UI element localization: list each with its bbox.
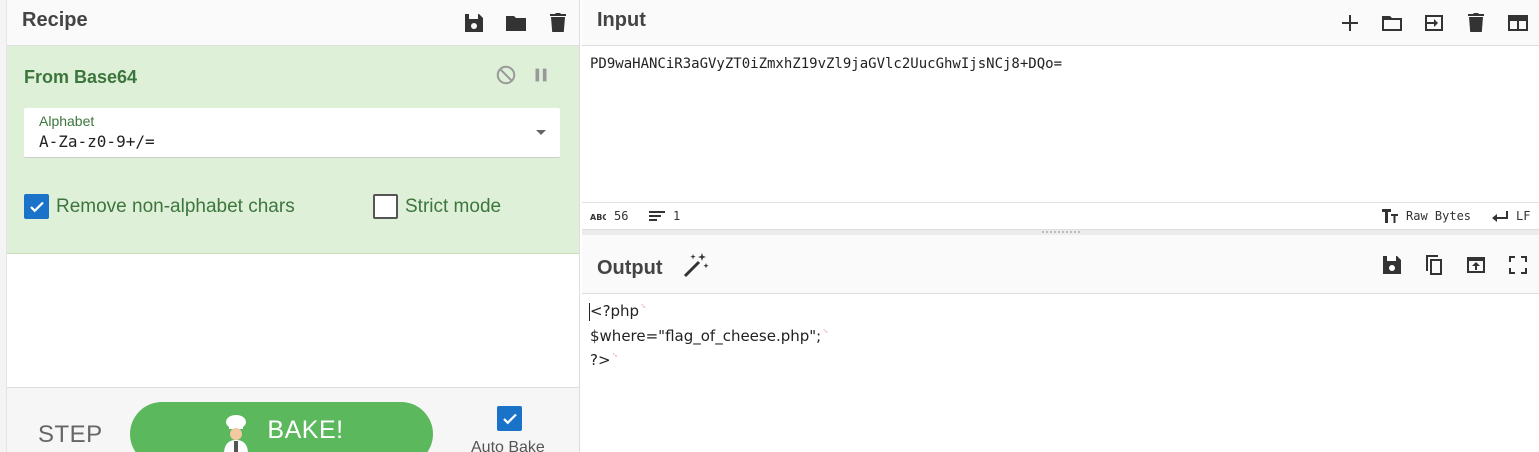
encoding-selector[interactable]: Raw Bytes <box>1382 209 1471 223</box>
operation-title: From Base64 <box>24 67 138 87</box>
recipe-pane: Recipe From Base64 Alphabet A-Za-z0-9+/= <box>0 0 580 452</box>
checkmark-icon <box>502 413 517 424</box>
recipe-header: Recipe <box>7 0 579 46</box>
load-recipe-button[interactable] <box>495 0 537 46</box>
maximise-icon <box>1509 255 1527 274</box>
maximise-output-button[interactable] <box>1497 242 1539 288</box>
eol-label: LF <box>1516 209 1531 223</box>
disable-operation-button[interactable] <box>494 63 518 87</box>
recipe-controls: STEP BAKE! Auto Bake <box>7 387 579 452</box>
remove-non-alphabet-label: Remove non-alphabet chars <box>56 195 295 217</box>
input-status-bar: ABC 56 1 Raw Bytes LF <box>582 202 1539 229</box>
input-textarea[interactable]: PD9waHANCiR3aGVyZT0iZmxhZ19vZl9jaGVlc2Uu… <box>590 56 1062 72</box>
auto-bake-label: Auto Bake <box>471 439 545 452</box>
reset-layout-button[interactable] <box>1497 0 1539 46</box>
recipe-title: Recipe <box>22 9 88 31</box>
step-button[interactable]: STEP <box>38 421 103 449</box>
crlf-marker: ␍ <box>822 327 829 336</box>
alphabet-label: Alphabet <box>39 113 95 129</box>
abc-icon: ABC <box>590 213 606 222</box>
alphabet-value: A-Za-z0-9+/= <box>39 132 155 151</box>
checkmark-icon <box>29 201 44 212</box>
replace-input-icon <box>1467 256 1485 273</box>
replace-input-button[interactable] <box>1455 242 1497 288</box>
trash-icon <box>550 13 566 32</box>
operations-pane-edge[interactable] <box>0 0 7 452</box>
grip-icon <box>1042 231 1080 233</box>
plus-icon <box>1342 15 1358 31</box>
pause-operation-button[interactable] <box>529 63 553 87</box>
bake-label: BAKE! <box>267 416 344 444</box>
input-title: Input <box>597 9 646 31</box>
strict-mode-checkbox[interactable] <box>373 194 398 219</box>
alphabet-select[interactable]: Alphabet A-Za-z0-9+/= <box>24 108 560 158</box>
open-file-button[interactable] <box>1371 0 1413 46</box>
add-tab-button[interactable] <box>1329 0 1371 46</box>
save-recipe-button[interactable] <box>453 0 495 46</box>
text-format-icon <box>1382 209 1398 223</box>
trash-icon <box>1468 13 1484 32</box>
folder-icon <box>1382 16 1402 31</box>
lines-icon <box>649 211 665 221</box>
line-count: 1 <box>673 209 681 223</box>
output-header: Output <box>582 235 1539 294</box>
eol-selector[interactable]: LF <box>1492 209 1530 223</box>
save-icon <box>465 14 483 32</box>
output-line: $where="flag_of_cheese.php";␍ <box>590 327 829 345</box>
folder-icon <box>506 16 526 31</box>
strict-mode-option[interactable]: Strict mode <box>373 194 501 219</box>
layout-icon <box>1508 15 1528 31</box>
strict-mode-label: Strict mode <box>405 195 502 217</box>
input-header: Input <box>582 0 1539 46</box>
copy-output-button[interactable] <box>1413 242 1455 288</box>
output-line: ?>␍ <box>590 351 618 369</box>
save-output-button[interactable] <box>1371 242 1413 288</box>
svg-text:ABC: ABC <box>590 213 606 222</box>
clear-recipe-button[interactable] <box>537 0 579 46</box>
return-arrow-icon <box>1492 211 1508 222</box>
magic-wand-icon[interactable] <box>682 251 710 279</box>
remove-non-alphabet-checkbox[interactable] <box>24 194 49 219</box>
output-line: <?php␍ <box>590 302 647 320</box>
output-title: Output <box>597 257 663 279</box>
chef-icon <box>224 415 249 452</box>
disable-icon <box>496 65 516 85</box>
char-count: 56 <box>614 209 629 223</box>
chevron-down-icon <box>536 130 546 135</box>
input-pane: Input PD9waHANCiR3aGVyZT0iZmxhZ19vZl9jaG… <box>582 0 1539 230</box>
crlf-marker: ␍ <box>611 351 618 360</box>
sign-in-icon <box>1425 15 1443 31</box>
line-count-stat: 1 <box>649 209 680 223</box>
operation-from-base64[interactable]: From Base64 Alphabet A-Za-z0-9+/= Remove… <box>7 46 579 254</box>
copy-icon <box>1426 254 1442 275</box>
encoding-label: Raw Bytes <box>1406 209 1472 223</box>
auto-bake-checkbox[interactable] <box>497 406 522 431</box>
output-pane: Output <?php␍ $where="flag_of_cheese.php… <box>582 235 1539 452</box>
remove-non-alphabet-option[interactable]: Remove non-alphabet chars <box>24 194 295 219</box>
char-count-stat: ABC 56 <box>590 209 628 223</box>
save-icon <box>1383 255 1401 274</box>
pause-icon <box>535 68 547 82</box>
crlf-marker: ␍ <box>640 302 647 311</box>
bake-button[interactable]: BAKE! <box>130 402 433 452</box>
clear-input-button[interactable] <box>1455 0 1497 46</box>
open-folder-button[interactable] <box>1413 0 1455 46</box>
